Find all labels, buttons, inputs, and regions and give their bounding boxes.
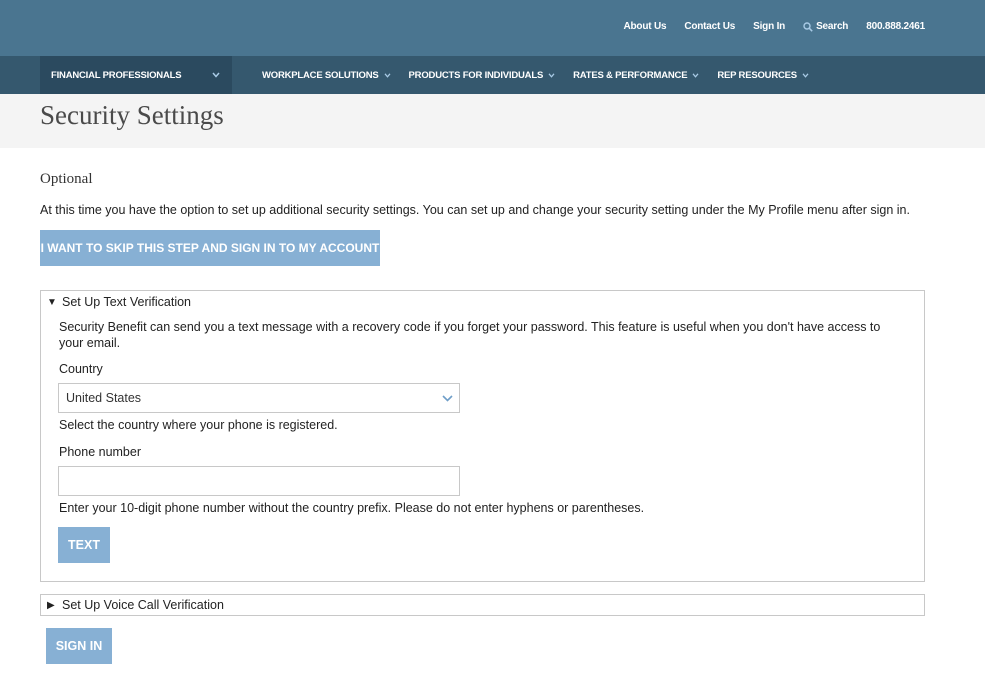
nav-items: WORKPLACE SOLUTIONS PRODUCTS FOR INDIVID…: [262, 56, 809, 94]
search-icon: [803, 21, 813, 32]
about-us-link[interactable]: About Us: [623, 21, 666, 32]
search-link[interactable]: Search: [803, 21, 848, 32]
text-verification-panel: ▼ Set Up Text Verification Security Bene…: [40, 290, 925, 582]
country-help-text: Select the country where your phone is r…: [59, 418, 338, 432]
sign-in-link[interactable]: Sign In: [753, 21, 785, 32]
phone-help-text: Enter your 10-digit phone number without…: [59, 501, 645, 515]
page-title: Security Settings: [40, 100, 224, 130]
intro-text: At this time you have the option to set …: [40, 203, 910, 217]
nav-item-label: PRODUCTS FOR INDIVIDUALS: [408, 69, 544, 81]
text-verification-description: Security Benefit can send you a text mes…: [59, 320, 881, 350]
nav-primary-label: FINANCIAL PROFESSIONALS: [51, 69, 182, 81]
search-label: Search: [816, 21, 849, 32]
chevron-down-icon: [384, 72, 391, 78]
nav-rates-performance[interactable]: RATES & PERFORMANCE: [573, 70, 699, 81]
utility-links: About Us Contact Us Sign In Search 800.8…: [623, 21, 925, 32]
text-verification-toggle[interactable]: ▼ Set Up Text Verification: [47, 295, 191, 309]
text-verification-summary: Set Up Text Verification: [62, 295, 192, 309]
top-utility-bar: About Us Contact Us Sign In Search 800.8…: [0, 0, 985, 56]
phone-label: Phone number: [59, 445, 142, 459]
chevron-down-icon: [802, 72, 809, 78]
sign-in-button[interactable]: SIGN IN: [46, 628, 112, 664]
country-select[interactable]: United States: [58, 383, 460, 413]
nav-item-label: WORKPLACE SOLUTIONS: [262, 69, 379, 81]
nav-workplace-solutions[interactable]: WORKPLACE SOLUTIONS: [262, 70, 391, 81]
nav-financial-professionals[interactable]: FINANCIAL PROFESSIONALS: [40, 56, 232, 94]
chevron-down-icon: [442, 394, 453, 402]
chevron-down-icon: [548, 72, 555, 78]
nav-item-label: REP RESOURCES: [717, 69, 797, 81]
main-nav: FINANCIAL PROFESSIONALS WORKPLACE SOLUTI…: [0, 56, 985, 94]
voice-verification-panel: ▶ Set Up Voice Call Verification: [40, 594, 925, 616]
phone-number[interactable]: 800.888.2461: [866, 21, 925, 32]
triangle-right-icon: ▶: [47, 599, 55, 611]
chevron-down-icon: [692, 72, 699, 78]
voice-verification-summary: Set Up Voice Call Verification: [62, 598, 224, 612]
text-button[interactable]: TEXT: [58, 527, 110, 563]
optional-heading: Optional: [40, 171, 93, 187]
nav-item-label: RATES & PERFORMANCE: [573, 69, 688, 81]
contact-us-link[interactable]: Contact Us: [684, 21, 735, 32]
phone-number-input[interactable]: [58, 466, 460, 496]
country-selected-value: United States: [66, 391, 142, 405]
nav-products-for-individuals[interactable]: PRODUCTS FOR INDIVIDUALS: [409, 70, 556, 81]
skip-and-sign-in-button[interactable]: I WANT TO SKIP THIS STEP AND SIGN IN TO …: [40, 230, 380, 266]
triangle-down-icon: ▼: [47, 296, 57, 308]
voice-verification-toggle[interactable]: ▶ Set Up Voice Call Verification: [47, 598, 224, 612]
country-label: Country: [59, 362, 103, 376]
chevron-down-icon: [212, 72, 220, 78]
nav-rep-resources[interactable]: REP RESOURCES: [717, 70, 809, 81]
